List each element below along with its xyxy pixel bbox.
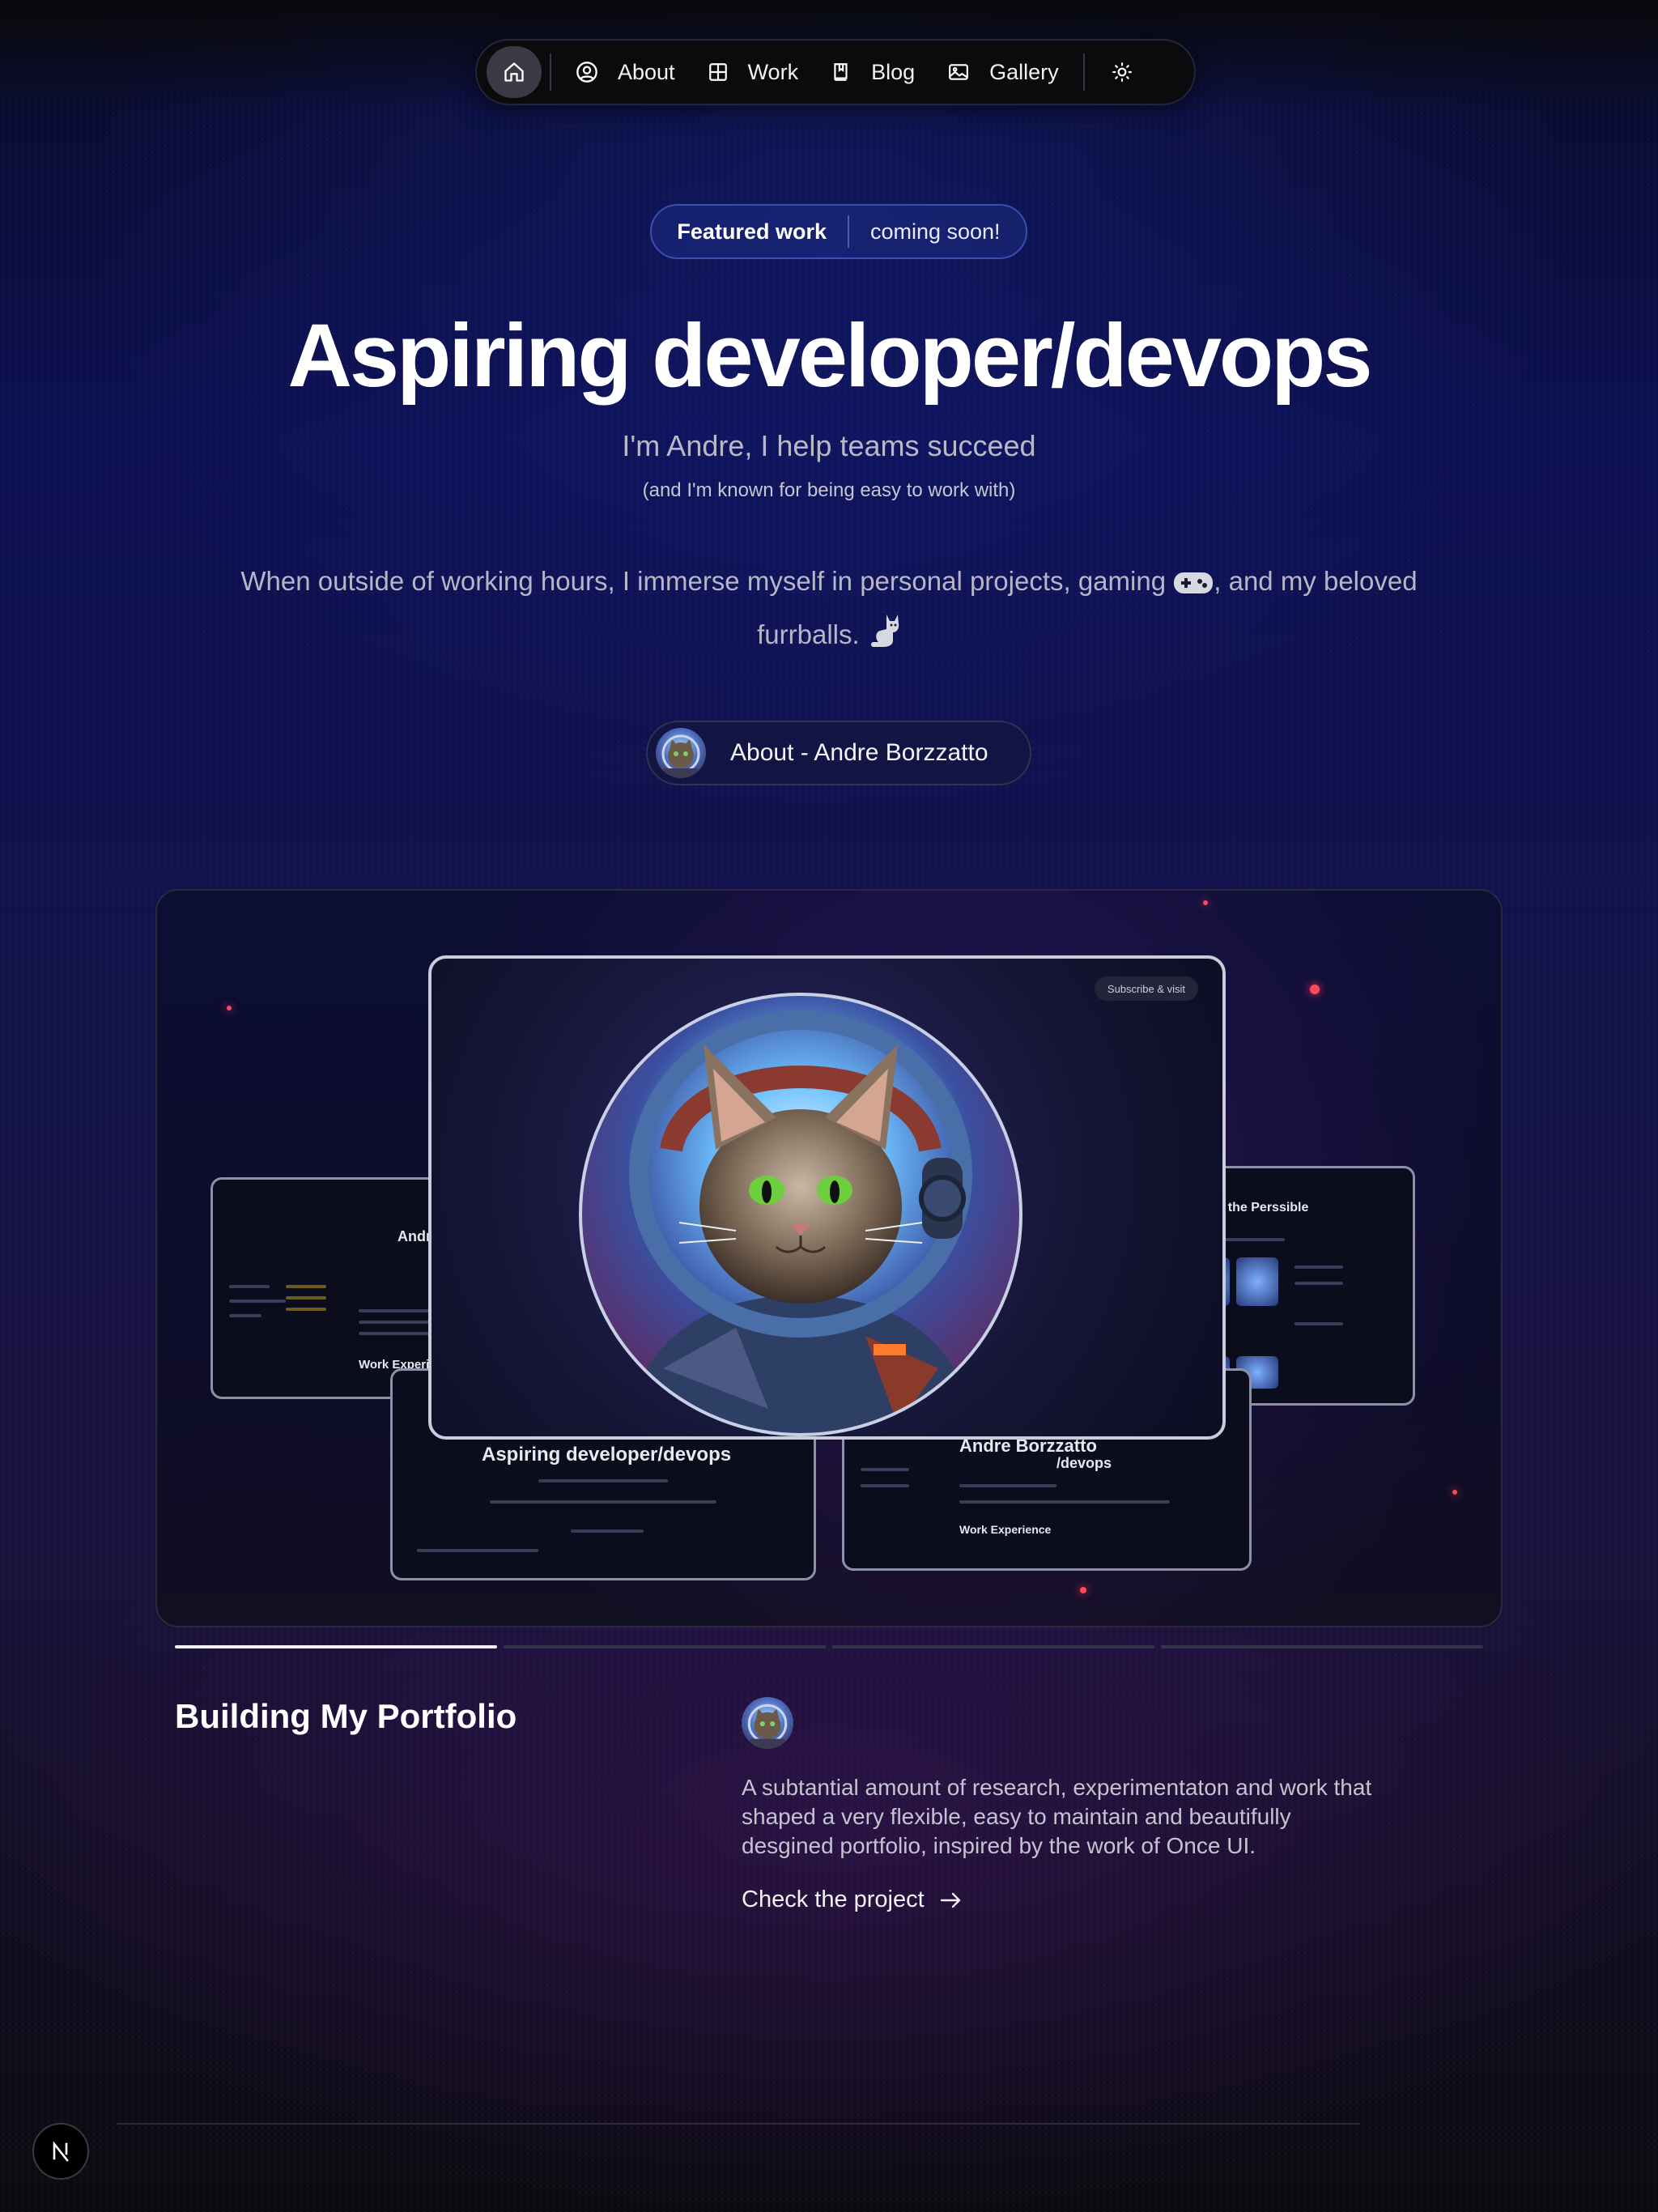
book-icon — [834, 63, 848, 81]
particle — [1452, 1490, 1457, 1495]
mini-text-line — [359, 1332, 432, 1335]
carousel-indicator[interactable] — [1161, 1645, 1483, 1648]
badge-status: coming soon! — [869, 219, 1001, 244]
home-button[interactable] — [487, 46, 542, 98]
mini-text-line — [959, 1484, 1056, 1487]
hero-paragraph: When outside of working hours, I immerse… — [235, 557, 1423, 664]
project-showcase-carousel[interactable]: Andr Work Experience ...iche the Perssib… — [155, 889, 1503, 1627]
particle — [1310, 985, 1320, 994]
carousel-indicator[interactable] — [832, 1645, 1154, 1648]
about-button[interactable]: About - Andre Borzzatto — [646, 721, 1031, 785]
mini-text-line — [861, 1484, 909, 1487]
nav-divider — [550, 53, 551, 91]
mini-text-line — [286, 1296, 326, 1300]
top-nav: About Work Blog Gallery — [475, 39, 1196, 105]
mini-text-line — [861, 1468, 909, 1471]
cat-icon — [867, 611, 901, 664]
project-title: Building My Portfolio — [175, 1697, 517, 1735]
image-icon — [949, 64, 969, 80]
mini-text-line — [229, 1285, 270, 1288]
mini-text-line — [959, 1500, 1170, 1504]
astronaut-cat-illustration — [579, 993, 1022, 1436]
grid-icon — [708, 63, 727, 81]
avatar — [742, 1697, 793, 1749]
nav-item-gallery[interactable]: Gallery — [931, 46, 1075, 98]
particle — [1203, 900, 1208, 905]
avatar — [656, 728, 706, 778]
nav-item-label: Blog — [871, 59, 916, 84]
mini-text-line — [490, 1500, 716, 1504]
preview-about-page: Andr Work Experience — [210, 1177, 458, 1399]
featured-work-badge[interactable]: Featured work coming soon! — [650, 204, 1027, 259]
mini-page-title: Andr — [397, 1228, 432, 1244]
home-icon — [504, 62, 524, 82]
page-title: Aspiring developer/devops — [287, 306, 1372, 406]
mini-page-subtitle: /devops — [1056, 1455, 1112, 1471]
about-button-label: About - Andre Borzzatto — [730, 739, 988, 766]
nav-item-about[interactable]: About — [559, 46, 691, 98]
mini-text-line — [286, 1308, 326, 1311]
particle — [1080, 1587, 1086, 1593]
carousel-indicator[interactable] — [504, 1645, 826, 1648]
footer-divider — [117, 2123, 1360, 2125]
hero-note: (and I'm known for being easy to work wi… — [642, 479, 1016, 501]
mini-text-line — [286, 1285, 326, 1288]
arrow-right-icon — [940, 1892, 960, 1908]
check-project-link[interactable]: Check the project — [742, 1887, 963, 1913]
carousel-indicator-active[interactable] — [175, 1645, 497, 1648]
mini-text-line — [229, 1300, 286, 1303]
preview-main-page: Subscribe & visit — [428, 955, 1226, 1440]
nextjs-dev-button[interactable] — [32, 2123, 89, 2180]
gamepad-icon — [1173, 562, 1214, 610]
particle — [227, 1006, 232, 1010]
theme-toggle-button[interactable] — [1096, 46, 1148, 98]
nav-item-label: Gallery — [989, 59, 1059, 84]
nav-item-label: About — [618, 59, 675, 84]
mini-gallery-thumb — [1236, 1257, 1278, 1306]
nav-divider — [1082, 53, 1085, 91]
project-description: A subtantial amount of research, experim… — [742, 1775, 1372, 1858]
nav-item-work[interactable]: Work — [691, 46, 815, 98]
nav-item-blog[interactable]: Blog — [814, 46, 931, 98]
hero-paragraph-part: When outside of working hours, I immerse… — [240, 566, 1167, 596]
check-project-label: Check the project — [742, 1887, 925, 1912]
subscribe-chip: Subscribe & visit — [1094, 976, 1198, 1001]
badge-divider — [847, 215, 849, 248]
sun-icon — [1112, 62, 1132, 82]
mini-page-title: Aspiring developer/devops — [482, 1444, 732, 1465]
hero-subtitle: I'm Andre, I help teams succeed — [622, 429, 1036, 462]
person-circle-icon — [576, 62, 597, 83]
mini-text-line — [538, 1479, 668, 1482]
mini-section-title: Work Experience — [959, 1523, 1052, 1536]
mini-text-line — [1295, 1282, 1343, 1285]
mini-text-line — [229, 1314, 261, 1317]
nextjs-logo-icon — [53, 2141, 69, 2162]
mini-text-line — [1295, 1266, 1343, 1269]
nav-item-label: Work — [747, 59, 799, 84]
badge-label: Featured work — [677, 219, 827, 244]
mini-text-line — [417, 1549, 538, 1552]
mini-text-line — [571, 1529, 644, 1533]
mini-text-line — [1295, 1322, 1343, 1325]
